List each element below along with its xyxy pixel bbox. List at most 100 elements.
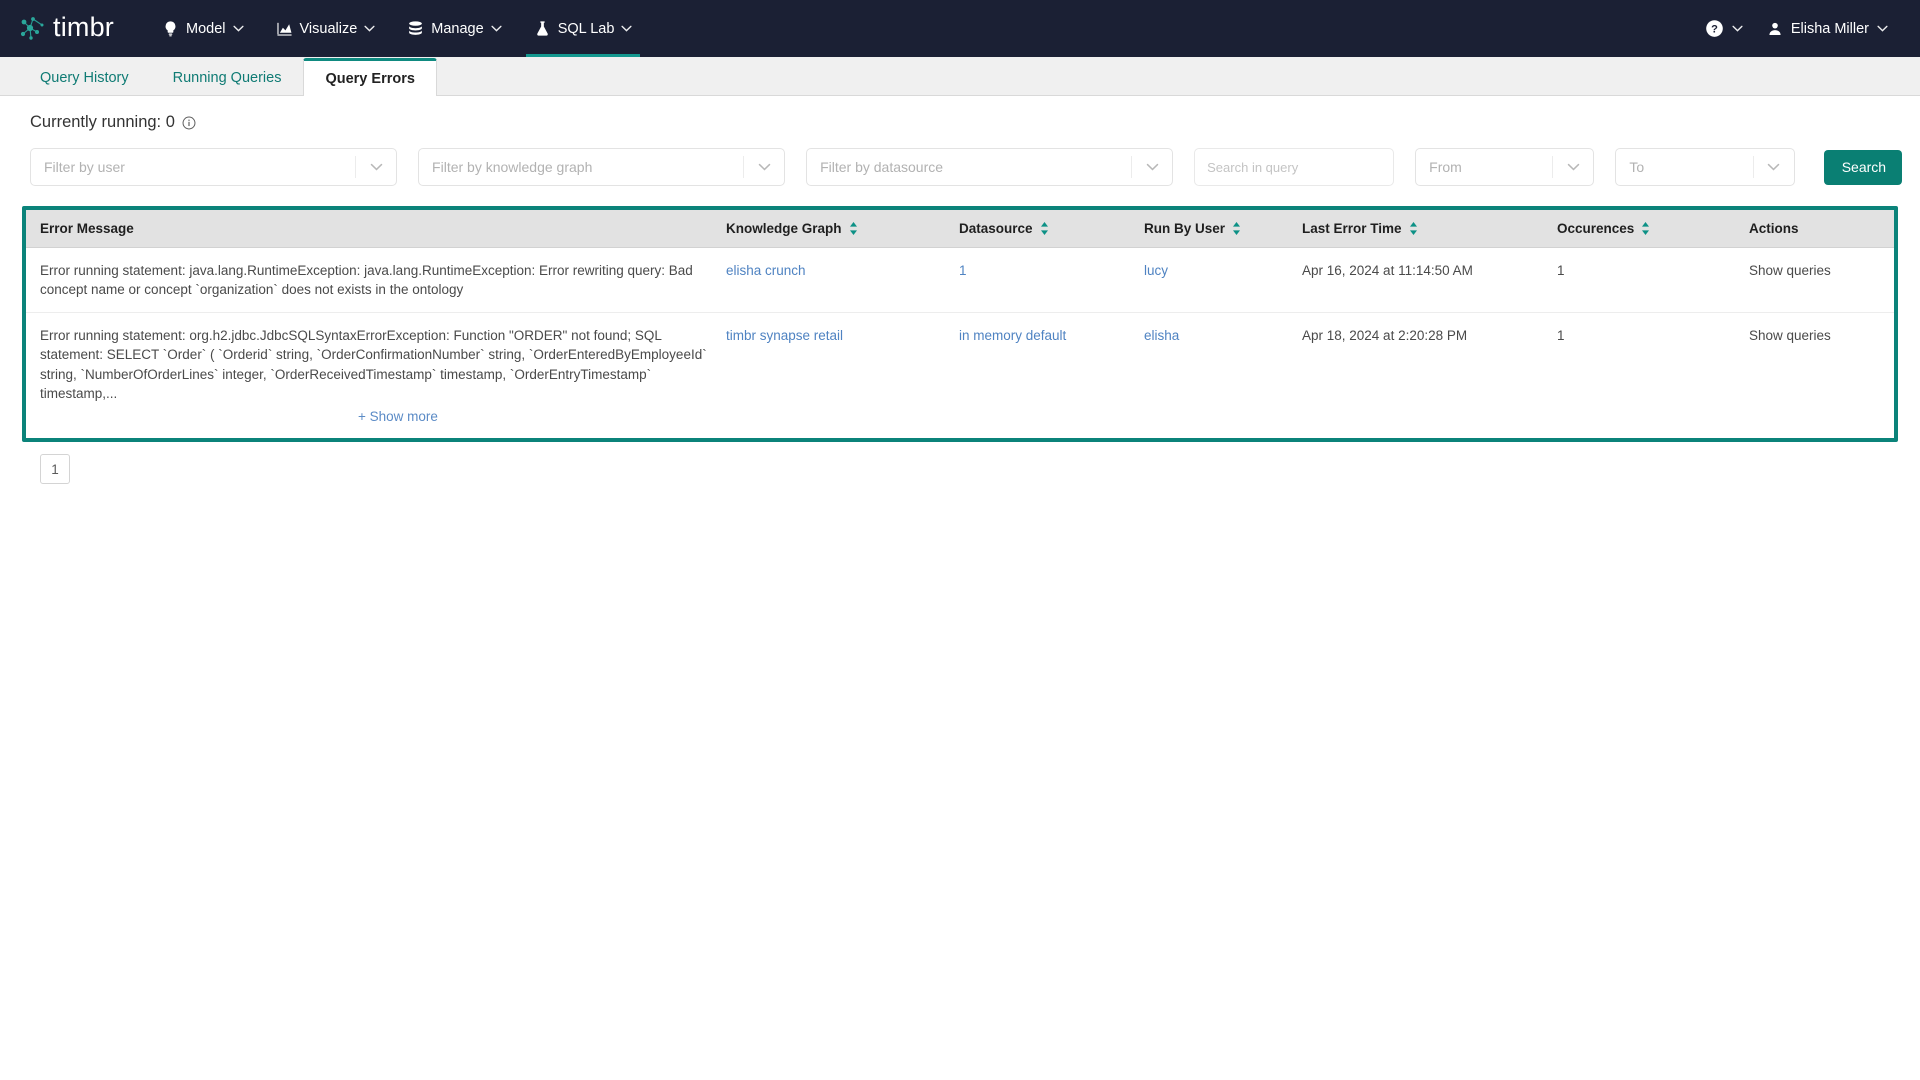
chevron-down-icon [491, 25, 502, 32]
table-row: Error running statement: org.h2.jdbc.Jdb… [26, 313, 1894, 407]
cell-knowledge-graph: elisha crunch [726, 247, 959, 314]
chevron-down-icon[interactable] [744, 163, 784, 171]
column-label: Datasource [959, 221, 1033, 236]
nav-item-sql-lab[interactable]: SQL Lab [518, 0, 649, 57]
filter-by-datasource-select[interactable]: Filter by datasource [806, 148, 1174, 186]
chevron-down-icon[interactable] [1754, 163, 1794, 171]
show-more-cell: + Show more [26, 407, 1894, 438]
nav-label: Model [186, 20, 226, 37]
filter-by-user-select[interactable]: Filter by user [30, 148, 398, 186]
cell-datasource: in memory default [959, 313, 1144, 407]
sort-arrows-icon[interactable] [1409, 222, 1418, 235]
sort-arrows-icon[interactable] [1232, 222, 1241, 235]
chevron-down-icon [1877, 25, 1888, 32]
nav-label: SQL Lab [557, 20, 615, 37]
database-icon [407, 20, 424, 37]
svg-text:?: ? [1711, 23, 1718, 35]
cell-occurences: 1 [1557, 247, 1749, 314]
chevron-down-icon[interactable] [1132, 163, 1172, 171]
main-nav: Model Visualize Manage SQL Lab [146, 0, 648, 57]
nav-item-model[interactable]: Model [146, 0, 260, 57]
brand-logo[interactable]: timbr [20, 12, 114, 42]
nav-item-visualize[interactable]: Visualize [260, 0, 392, 57]
user-name-label: Elisha Miller [1790, 20, 1869, 37]
chevron-down-icon [1732, 25, 1743, 32]
column-header-occurences[interactable]: Occurences [1557, 210, 1749, 248]
query-errors-table-container: Error Message Knowledge Graph Datasource [22, 206, 1898, 443]
filter-by-user-placeholder: Filter by user [44, 159, 125, 175]
datasource-link[interactable]: 1 [959, 263, 967, 278]
chevron-down-icon[interactable] [1553, 163, 1593, 171]
tab-query-history[interactable]: Query History [18, 58, 151, 96]
column-header-last-error-time[interactable]: Last Error Time [1302, 210, 1557, 248]
chevron-down-icon[interactable] [356, 163, 396, 171]
column-label: Error Message [40, 221, 134, 236]
cell-last-error-time: Apr 18, 2024 at 2:20:28 PM [1302, 328, 1468, 344]
show-queries-link[interactable]: Show queries [1749, 263, 1831, 278]
table-body: Error running statement: java.lang.Runti… [26, 247, 1894, 439]
tab-bar: Query History Running Queries Query Erro… [0, 57, 1920, 96]
date-to-select[interactable]: To [1615, 148, 1795, 186]
filter-by-knowledge-graph-select[interactable]: Filter by knowledge graph [418, 148, 786, 186]
chevron-down-icon [232, 25, 244, 32]
cell-occurences: 1 [1557, 328, 1565, 344]
timbr-graph-logo-icon [20, 16, 50, 42]
knowledge-graph-link[interactable]: timbr synapse retail [726, 328, 843, 343]
user-icon [1767, 21, 1783, 37]
nav-item-manage[interactable]: Manage [391, 0, 517, 57]
knowledge-graph-link[interactable]: elisha crunch [726, 263, 806, 278]
filter-by-datasource-placeholder: Filter by datasource [820, 159, 944, 175]
nav-label: Visualize [299, 20, 358, 37]
show-queries-link[interactable]: Show queries [1749, 328, 1831, 343]
show-more-row: + Show more [26, 407, 1894, 438]
tab-query-errors[interactable]: Query Errors [303, 58, 437, 96]
sort-arrows-icon[interactable] [1040, 222, 1049, 235]
column-header-error-message: Error Message [26, 210, 726, 248]
nav-label: Manage [431, 20, 484, 37]
run-by-user-link[interactable]: lucy [1144, 263, 1168, 278]
run-by-user-link[interactable]: elisha [1144, 328, 1179, 343]
cell-actions: Show queries [1749, 247, 1894, 314]
table-header: Error Message Knowledge Graph Datasource [26, 210, 1894, 248]
cell-knowledge-graph: timbr synapse retail [726, 313, 959, 407]
column-label: Occurences [1557, 221, 1635, 236]
date-from-select[interactable]: From [1415, 148, 1595, 186]
cell-error-message: Error running statement: java.lang.Runti… [26, 247, 726, 314]
tab-running-queries[interactable]: Running Queries [151, 58, 304, 96]
show-more-link[interactable]: + Show more [358, 407, 438, 426]
table-header-row: Error Message Knowledge Graph Datasource [26, 210, 1894, 248]
column-header-actions: Actions [1749, 210, 1894, 248]
column-label: Last Error Time [1302, 221, 1402, 236]
sort-arrows-icon[interactable] [849, 222, 858, 235]
column-header-run-by-user[interactable]: Run By User [1144, 210, 1302, 248]
search-in-query-input[interactable] [1194, 148, 1395, 186]
currently-running-label: Currently running: 0 [30, 113, 175, 131]
top-navigation-bar: timbr Model Visualize Manage SQL Lab ? E… [0, 0, 1920, 57]
filter-by-knowledge-graph-placeholder: Filter by knowledge graph [432, 159, 593, 175]
sort-arrows-icon[interactable] [1641, 222, 1650, 235]
question-circle-icon: ? [1705, 19, 1724, 38]
brand-name: timbr [53, 12, 114, 42]
chevron-down-icon [364, 25, 375, 32]
column-header-datasource[interactable]: Datasource [959, 210, 1144, 248]
chart-icon [276, 20, 293, 37]
column-label: Knowledge Graph [726, 221, 842, 236]
chevron-down-icon [621, 25, 632, 32]
search-button[interactable]: Search [1823, 149, 1902, 185]
column-label: Run By User [1144, 221, 1226, 236]
pagination-page-1[interactable]: 1 [40, 454, 70, 485]
cell-datasource: 1 [959, 247, 1144, 314]
info-circle-icon[interactable] [182, 116, 196, 130]
date-from-placeholder: From [1429, 159, 1462, 175]
help-menu[interactable]: ? [1695, 0, 1753, 57]
datasource-link[interactable]: in memory default [959, 328, 1066, 343]
currently-running-status: Currently running: 0 [18, 96, 1902, 148]
cell-run-by-user: lucy [1144, 247, 1302, 314]
nav-right-group: ? Elisha Miller [1695, 0, 1898, 57]
query-errors-table: Error Message Knowledge Graph Datasource [26, 210, 1894, 438]
table-row: Error running statement: java.lang.Runti… [26, 247, 1894, 314]
column-header-knowledge-graph[interactable]: Knowledge Graph [726, 210, 959, 248]
cell-run-by-user: elisha [1144, 313, 1302, 407]
pagination: 1 [18, 442, 1902, 485]
user-menu[interactable]: Elisha Miller [1757, 0, 1898, 57]
